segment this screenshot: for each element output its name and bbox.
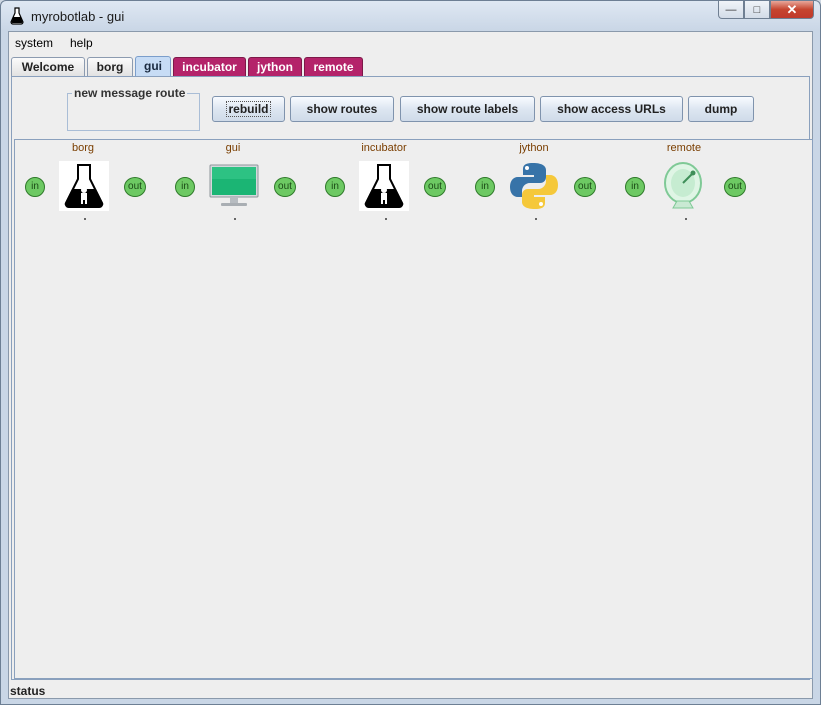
service-label-remote: remote <box>666 142 702 154</box>
tab-borg[interactable]: borg <box>87 57 133 76</box>
maximize-button[interactable]: □ <box>744 1 770 19</box>
incubator-out-port[interactable]: out <box>424 177 446 197</box>
tab-remote[interactable]: remote <box>304 57 363 76</box>
gui-out-port[interactable]: out <box>274 177 296 197</box>
python-logo-icon[interactable] <box>509 161 559 211</box>
rebuild-button[interactable]: rebuild <box>212 96 285 122</box>
app-window: myrobotlab - gui — □ ✕ system help Welco… <box>0 0 821 705</box>
close-button[interactable]: ✕ <box>770 1 814 19</box>
service-label-incubator: incubator <box>361 142 407 154</box>
menu-help[interactable]: help <box>70 36 93 50</box>
dump-button[interactable]: dump <box>688 96 754 122</box>
remote-caption <box>685 218 687 220</box>
jython-in-port[interactable]: in <box>475 177 495 197</box>
flask-icon[interactable] <box>359 161 409 211</box>
menu-system[interactable]: system <box>15 36 53 50</box>
remote-in-port[interactable]: in <box>625 177 645 197</box>
tab-welcome[interactable]: Welcome <box>11 57 85 76</box>
status-bar-text: status <box>10 684 46 698</box>
service-label-jython: jython <box>519 142 549 154</box>
borg-caption <box>84 218 86 220</box>
service-graph[interactable]: borg in out gui in out incubator in out … <box>14 139 813 679</box>
tab-gui[interactable]: gui <box>135 56 171 77</box>
jython-out-port[interactable]: out <box>574 177 596 197</box>
rebuild-label: rebuild <box>226 101 271 117</box>
flask-icon <box>10 7 24 25</box>
gui-caption <box>234 218 236 220</box>
show-route-labels-button[interactable]: show route labels <box>400 96 535 122</box>
new-message-route-label: new message route <box>72 86 188 100</box>
gui-in-port[interactable]: in <box>175 177 195 197</box>
title-bar[interactable]: myrobotlab - gui — □ ✕ <box>1 1 820 31</box>
client-area: system help Welcome borg gui incubator j… <box>8 31 813 699</box>
borg-in-port[interactable]: in <box>25 177 45 197</box>
tab-incubator[interactable]: incubator <box>173 57 246 76</box>
tab-jython[interactable]: jython <box>248 57 302 76</box>
minimize-icon: — <box>725 3 737 16</box>
flask-icon[interactable] <box>59 161 109 211</box>
satellite-dish-icon[interactable] <box>659 161 709 211</box>
window-title: myrobotlab - gui <box>31 9 125 24</box>
jython-caption <box>535 218 537 220</box>
minimize-button[interactable]: — <box>718 1 744 19</box>
service-label-gui: gui <box>225 142 241 154</box>
service-label-borg: borg <box>71 142 95 154</box>
gui-panel: new message route rebuild show routes sh… <box>11 76 813 680</box>
maximize-icon: □ <box>753 3 761 16</box>
menu-bar: system help <box>9 32 812 54</box>
close-icon: ✕ <box>786 1 798 17</box>
remote-out-port[interactable]: out <box>724 177 746 197</box>
monitor-icon[interactable] <box>209 161 259 211</box>
show-routes-button[interactable]: show routes <box>290 96 394 122</box>
borg-out-port[interactable]: out <box>124 177 146 197</box>
incubator-in-port[interactable]: in <box>325 177 345 197</box>
show-access-urls-button[interactable]: show access URLs <box>540 96 683 122</box>
incubator-caption <box>385 218 387 220</box>
